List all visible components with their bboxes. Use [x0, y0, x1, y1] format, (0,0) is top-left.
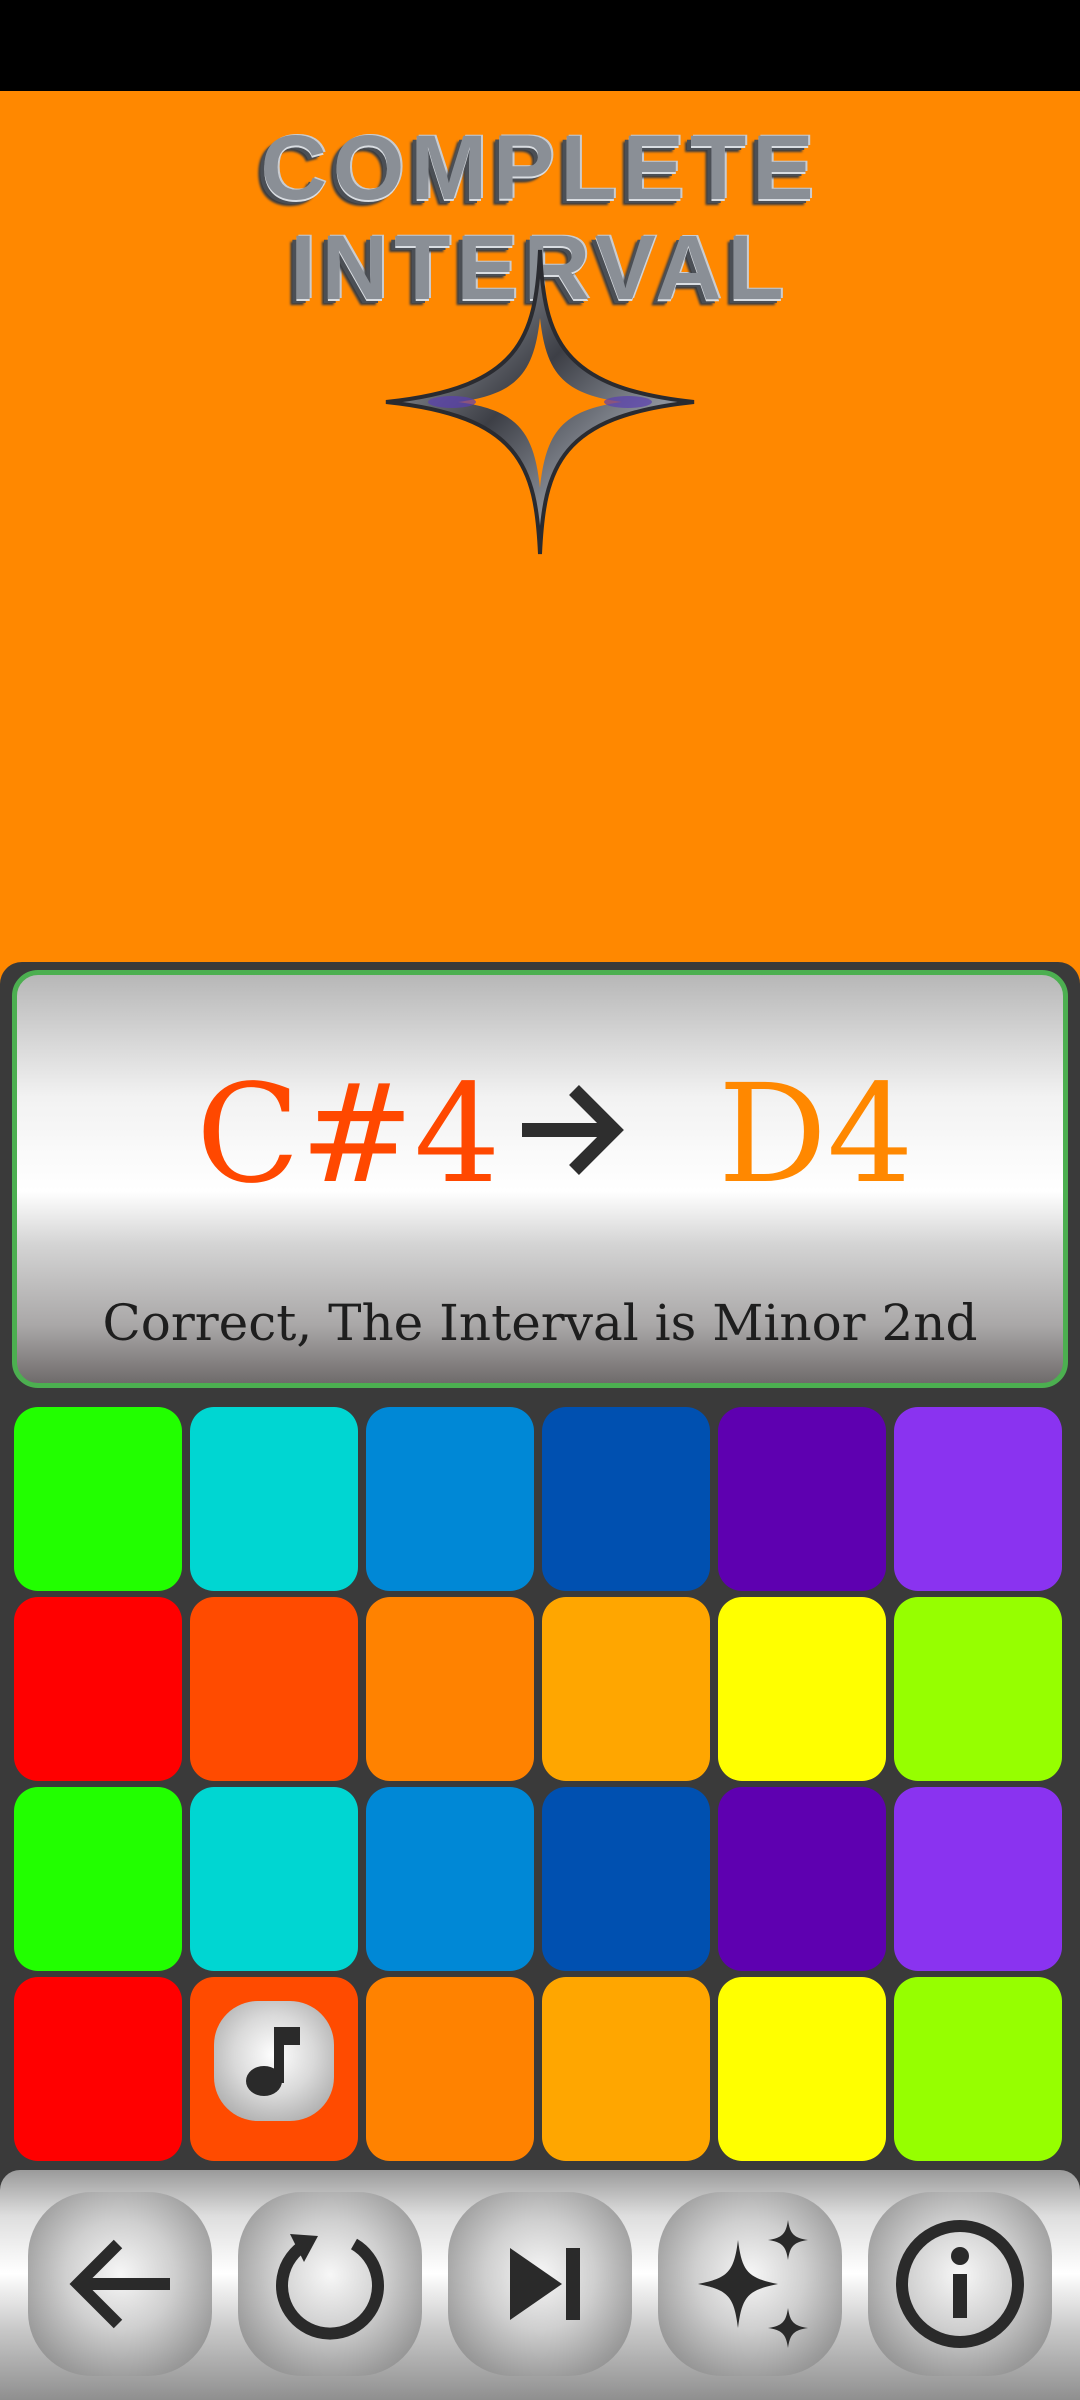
note-pad[interactable] [894, 1407, 1062, 1591]
arrow-right-icon [522, 1085, 624, 1175]
note-pad[interactable] [542, 1407, 710, 1591]
note-pad[interactable] [190, 1597, 358, 1781]
note-pad-grid [14, 1407, 1066, 2161]
note-pad[interactable] [190, 1787, 358, 1971]
note-pad[interactable] [366, 1597, 534, 1781]
note-pad[interactable] [542, 1787, 710, 1971]
note-pad[interactable] [718, 1787, 886, 1971]
note-pad[interactable] [894, 1787, 1062, 1971]
arrow-left-icon [69, 2239, 170, 2329]
replay-button[interactable] [238, 2192, 422, 2376]
note-pad[interactable] [894, 1597, 1062, 1781]
skip-next-icon [510, 2248, 580, 2320]
replay-icon [276, 2234, 384, 2340]
note-pad[interactable] [190, 1977, 358, 2161]
note-pad[interactable] [14, 1407, 182, 1591]
info-icon [896, 2220, 1024, 2348]
note-pad[interactable] [14, 1787, 182, 1971]
note-pad[interactable] [366, 1407, 534, 1591]
note-pad[interactable] [718, 1597, 886, 1781]
note-pad[interactable] [542, 1597, 710, 1781]
feedback-text: Correct, The Interval is Minor 2nd [102, 1294, 978, 1352]
next-button[interactable] [448, 2192, 632, 2376]
music-note-icon [214, 2001, 334, 2121]
status-bar [0, 0, 1080, 91]
note-pad[interactable] [14, 1977, 182, 2161]
star-logo-icon [385, 249, 695, 555]
note-pad[interactable] [366, 1977, 534, 2161]
info-button[interactable] [868, 2192, 1052, 2376]
second-note: D4 [718, 1056, 914, 1214]
note-pad[interactable] [718, 1407, 886, 1591]
note-pad[interactable] [366, 1787, 534, 1971]
hint-button[interactable] [658, 2192, 842, 2376]
note-pad[interactable] [718, 1977, 886, 2161]
note-pad[interactable] [894, 1977, 1062, 2161]
sparkles-icon [698, 2220, 808, 2348]
note-pad[interactable] [190, 1407, 358, 1591]
back-button[interactable] [28, 2192, 212, 2376]
note-pad[interactable] [14, 1597, 182, 1781]
first-note: C#4 [196, 1056, 501, 1214]
note-pad[interactable] [542, 1977, 710, 2161]
